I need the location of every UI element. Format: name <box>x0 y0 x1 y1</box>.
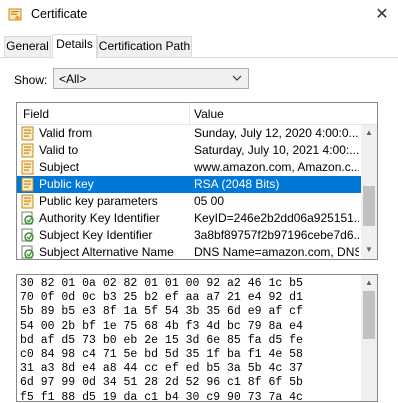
window-title: Certificate <box>31 7 88 21</box>
certificate-field-icon <box>21 143 34 158</box>
list-item[interactable]: Public key parameters 05 00 <box>17 193 361 210</box>
close-button[interactable]: ✕ <box>370 4 394 26</box>
list-item[interactable]: Valid to Saturday, July 10, 2021 4:00:... <box>17 142 361 159</box>
hex-line: 30 82 01 0a 02 82 01 01 00 92 a2 46 1c b… <box>20 277 303 290</box>
field-value: www.amazon.com, Amazon.c... <box>194 160 359 174</box>
field-value: 3a8bf89757f2b97196cebe7d6... <box>194 228 359 242</box>
scroll-up-icon[interactable]: ▲ <box>365 128 373 137</box>
field-name: Authority Key Identifier <box>39 211 160 225</box>
hex-line: 70 0f 0d 0c b3 25 b2 ef aa a7 21 e4 92 d… <box>20 291 303 305</box>
hex-scrollbar[interactable]: ▲ <box>361 275 377 401</box>
list-item[interactable]: Authority Key Identifier KeyID=246e2b2dd0… <box>17 210 361 227</box>
field-value: 05 00 <box>194 194 225 208</box>
field-name: Subject Alternative Name <box>39 245 174 259</box>
show-label: Show: <box>14 73 48 87</box>
certificate-field-icon <box>21 177 34 192</box>
field-name: Valid from <box>39 126 93 140</box>
scroll-down-icon[interactable]: ▼ <box>365 245 373 254</box>
value-hex-box[interactable]: 30 82 01 0a 02 82 01 01 00 92 a2 46 1c b… <box>16 274 378 402</box>
field-value: KeyID=246e2b2dd06a925151... <box>194 211 359 225</box>
field-name: Public key parameters <box>39 194 158 208</box>
extension-icon <box>21 245 34 259</box>
list-rows: Valid from Sunday, July 12, 2020 4:00:0..… <box>17 125 361 259</box>
list-item[interactable]: Subject Alternative Name DNS Name=amazon.… <box>17 244 361 259</box>
tab-details[interactable]: Details <box>52 34 97 59</box>
hex-line: 31 a3 8d e4 a8 44 cc ef ed b5 3a 5b 4c 3… <box>20 362 303 376</box>
field-name: Valid to <box>39 143 79 157</box>
extension-icon <box>21 228 34 242</box>
field-name: Subject Key Identifier <box>39 228 153 242</box>
list-scrollbar[interactable]: ▲ ▼ <box>361 125 377 259</box>
scroll-thumb[interactable] <box>363 291 375 339</box>
hex-line: 6d 97 99 0d 34 51 28 2d 52 96 c1 8f 6f 5… <box>20 376 303 390</box>
hex-line: bd af d5 73 b0 eb 2e 15 3d 6e 85 fa d5 f… <box>20 333 303 347</box>
fields-list[interactable]: Field Value Valid from Sunday, July 12, 2… <box>16 102 378 260</box>
show-selected-value: <All> <box>59 72 87 86</box>
title-bar: Certificate ✕ <box>0 0 398 30</box>
list-item[interactable]: Subject Key Identifier 3a8bf89757f2b97196… <box>17 227 361 244</box>
list-item[interactable]: Public key RSA (2048 Bits) <box>17 176 361 193</box>
field-name: Public key <box>39 177 94 191</box>
column-header-field[interactable]: Field <box>23 107 49 121</box>
chevron-down-icon <box>232 75 242 81</box>
tab-strip: General Details Certification Path <box>0 34 398 59</box>
list-item[interactable]: Valid from Sunday, July 12, 2020 4:00:0..… <box>17 125 361 142</box>
field-value: RSA (2048 Bits) <box>194 177 280 191</box>
details-panel: Show: <All> Field Value Valid from Sunday… <box>0 58 398 403</box>
column-header-value[interactable]: Value <box>194 107 224 121</box>
hex-value-text: 30 82 01 0a 02 82 01 01 00 92 a2 46 1c b… <box>20 277 360 402</box>
hex-line: c0 84 98 c4 71 5e bd 5d 35 1f ba f1 4e 5… <box>20 348 303 362</box>
certificate-icon <box>8 8 22 21</box>
hex-line: 5b 89 b5 e3 8f 1a 5f 54 3b 35 6d e9 af c… <box>20 305 303 319</box>
field-value: DNS Name=amazon.com, DNS... <box>194 245 359 259</box>
tab-certification-path[interactable]: Certification Path <box>97 36 192 57</box>
hex-line: 54 00 2b bf 1e 75 68 4b f3 4d bc 79 8a e… <box>20 319 303 333</box>
tab-general[interactable]: General <box>4 36 51 57</box>
field-name: Subject <box>39 160 80 174</box>
list-item[interactable]: Subject www.amazon.com, Amazon.c... <box>17 159 361 176</box>
field-value: Saturday, July 10, 2021 4:00:... <box>194 143 359 157</box>
scroll-thumb[interactable] <box>363 186 375 226</box>
field-value: Sunday, July 12, 2020 4:00:0... <box>194 126 359 140</box>
show-dropdown[interactable]: <All> <box>53 68 249 89</box>
list-header: Field Value <box>17 103 377 125</box>
scroll-up-icon[interactable]: ▲ <box>365 278 373 287</box>
hex-line: f5 f1 88 d5 19 da c1 b4 30 c9 90 73 7a 4… <box>20 390 303 402</box>
extension-icon <box>21 211 34 225</box>
certificate-field-icon <box>21 126 34 141</box>
certificate-field-icon <box>21 160 34 175</box>
certificate-field-icon <box>21 194 34 209</box>
column-divider[interactable] <box>189 103 190 125</box>
